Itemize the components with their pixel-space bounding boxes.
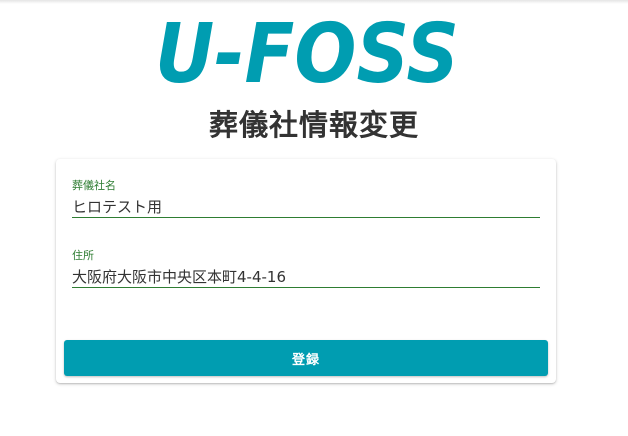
address-field: 住所 xyxy=(72,249,540,288)
logo-text: U-FOSS xyxy=(155,10,459,90)
address-label: 住所 xyxy=(72,249,94,262)
page-title: 葬儀社情報変更 xyxy=(208,108,419,142)
u-foss-logo: U-FOSS xyxy=(155,10,459,90)
funeral-company-name-input[interactable] xyxy=(72,196,540,218)
form-card: 葬儀社名 住所 登録 xyxy=(56,159,556,383)
top-bar-shadow xyxy=(0,0,628,4)
register-button[interactable]: 登録 xyxy=(64,340,548,376)
funeral-company-name-field: 葬儀社名 xyxy=(72,179,540,218)
address-input[interactable] xyxy=(72,266,540,288)
funeral-company-name-label: 葬儀社名 xyxy=(72,179,116,192)
